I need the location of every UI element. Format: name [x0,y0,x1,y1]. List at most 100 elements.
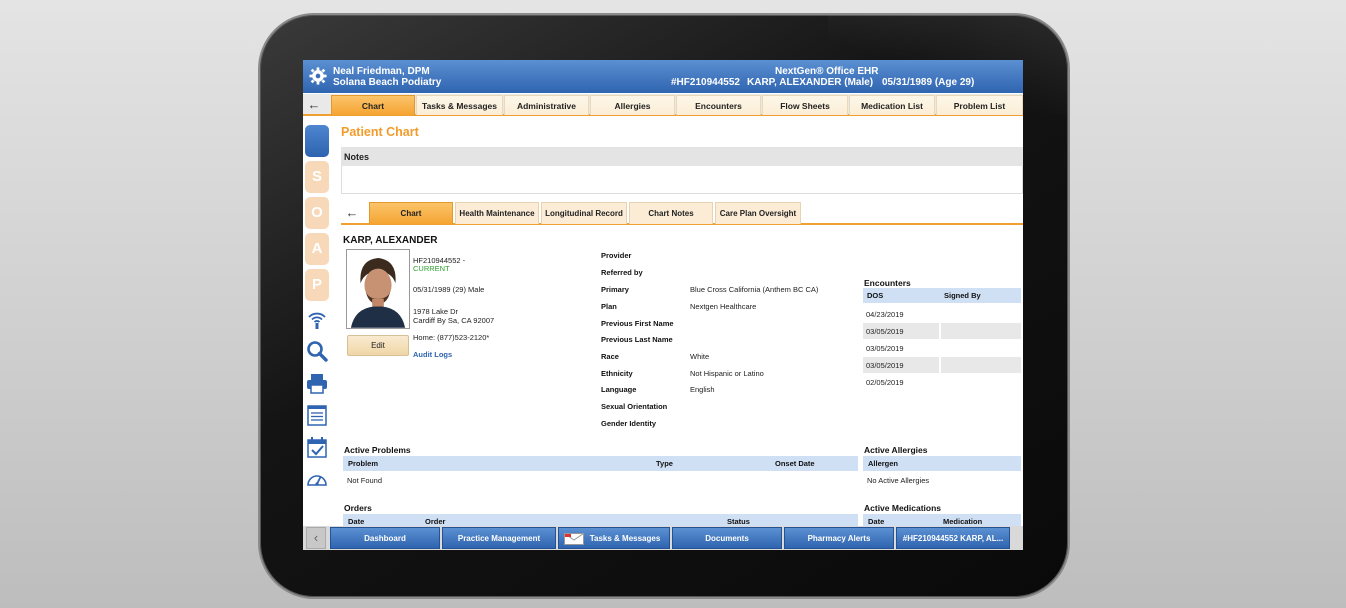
notes-header: Notes [341,147,1023,166]
col-med-date: Date [868,517,885,526]
dashboard-button[interactable]: Dashboard [330,527,440,549]
pharmacy-alerts-button[interactable]: Pharmacy Alerts [784,527,894,549]
value-language: English [690,385,715,394]
active-allergies-title: Active Allergies [864,445,928,455]
subtab-chart[interactable]: Chart [369,202,453,224]
gauge-icon[interactable] [306,468,328,490]
header-patient-name: KARP, ALEXANDER (Male) [747,77,874,88]
encounter-date: 03/05/2019 [863,357,939,373]
tab-problem-list[interactable]: Problem List [936,95,1023,115]
sub-back-arrow-icon[interactable]: ← [341,203,363,223]
encounters-header: DOS Signed By [863,288,1021,303]
label-sexual-orientation: Sexual Orientation [601,402,668,411]
documents-button[interactable]: Documents [672,527,782,549]
col-date: Date [348,517,365,526]
mail-icon [564,533,584,545]
problems-empty: Not Found [347,476,383,485]
problems-header: Problem Type Onset Date [343,456,858,471]
patient-dob: 05/31/1989 (29) Male [413,285,485,294]
app-header: Neal Friedman, DPM Solana Beach Podiatry… [303,60,1023,93]
wireless-icon[interactable] [306,308,328,330]
tab-administrative[interactable]: Administrative [504,95,589,115]
subtab-health-maintenance[interactable]: Health Maintenance [455,202,539,224]
sidebar-soap-a[interactable]: A [305,233,329,265]
tab-medication-list[interactable]: Medication List [849,95,935,115]
table-row[interactable]: 02/05/2019 [863,374,1021,390]
tab-tasks-messages[interactable]: Tasks & Messages [416,95,503,115]
page-title: Patient Chart [341,125,419,139]
allergies-header: Allergen [863,456,1021,471]
provider-name: Neal Friedman, DPM [333,66,430,77]
edit-button[interactable]: Edit [347,335,409,356]
col-signed-by: Signed By [944,291,981,300]
label-previous-first-name: Previous First Name [601,319,674,328]
gear-icon[interactable] [309,67,327,85]
col-dos: DOS [867,291,884,300]
value-race: White [690,352,710,361]
patient-address-1: 1978 Lake Dr [413,307,459,316]
encounters-title: Encounters [864,278,911,288]
chevron-left-icon[interactable]: ‹ [306,527,326,549]
table-row[interactable]: 04/23/2019 [863,306,1021,322]
label-plan: Plan [601,302,617,311]
app-name: NextGen® Office EHR [775,66,879,77]
label-ethnicity: Ethnicity [601,369,633,378]
table-row[interactable]: 03/05/2019 [863,323,1021,339]
header-dob: 05/31/1989 (Age 29) [882,77,975,88]
subtab-chart-notes[interactable]: Chart Notes [629,202,713,224]
search-icon[interactable] [306,340,328,362]
left-sidebar: S O A P [303,118,331,526]
active-medications-title: Active Medications [864,503,941,513]
tab-chart[interactable]: Chart [331,95,415,115]
value-plan: Nextgen Healthcare [690,302,757,311]
patient-address-2: Cardiff By Sa, CA 92007 [413,316,495,325]
label-race: Race [601,352,619,361]
ehr-screen: Neal Friedman, DPM Solana Beach Podiatry… [303,60,1023,550]
encounter-date: 03/05/2019 [866,344,904,353]
allergies-empty: No Active Allergies [867,476,930,485]
calendar-check-icon[interactable] [306,436,328,458]
printer-icon[interactable] [306,372,328,394]
active-problems-title: Active Problems [344,445,411,455]
value-ethnicity: Not Hispanic or Latino [690,369,764,378]
value-primary: Blue Cross California (Anthem BC CA) [690,285,819,294]
tab-allergies[interactable]: Allergies [590,95,675,115]
table-row[interactable]: 03/05/2019 [863,357,1021,373]
tab-flow-sheets[interactable]: Flow Sheets [762,95,848,115]
sidebar-soap-p[interactable]: P [305,269,329,301]
encounter-date: 03/05/2019 [863,323,939,339]
sidebar-chart-tab[interactable] [305,125,329,157]
col-order: Order [425,517,446,526]
bottom-nav-bar: ‹ Dashboard Practice Management Tasks & … [303,526,1023,550]
label-gender-identity: Gender Identity [601,419,657,428]
col-status: Status [727,517,750,526]
col-problem: Problem [348,459,379,468]
notes-area[interactable] [341,166,1023,194]
document-icon[interactable] [306,404,328,426]
encounter-date: 04/23/2019 [866,310,904,319]
label-previous-last-name: Previous Last Name [601,335,673,344]
col-type: Type [656,459,673,468]
audit-logs-link[interactable]: Audit Logs [413,350,452,359]
sidebar-soap-s[interactable]: S [305,161,329,193]
back-arrow-icon[interactable]: ← [303,95,325,115]
encounter-date: 02/05/2019 [866,378,904,387]
chart-sub-tab-bar: ← Chart Health Maintenance Longitudinal … [341,202,1023,225]
patient-status: CURRENT [413,264,450,273]
tasks-messages-button[interactable]: Tasks & Messages [558,527,670,549]
patient-context-button[interactable]: #HF210944552 KARP, AL... [896,527,1010,549]
tab-encounters[interactable]: Encounters [676,95,761,115]
subtab-care-plan-oversight[interactable]: Care Plan Oversight [715,202,801,224]
subtab-longitudinal-record[interactable]: Longitudinal Record [541,202,627,224]
provider-info: Neal Friedman, DPM Solana Beach Podiatry [333,66,441,88]
sidebar-soap-o[interactable]: O [305,197,329,229]
patient-phone: Home: (877)523-2120* [413,333,490,342]
tasks-messages-label: Tasks & Messages [589,534,661,543]
patient-photo [346,249,410,329]
main-tab-bar: ← Chart Tasks & Messages Administrative … [303,94,1023,116]
col-allergen: Allergen [868,459,899,468]
practice-name: Solana Beach Podiatry [333,77,442,88]
practice-management-button[interactable]: Practice Management [442,527,556,549]
label-provider: Provider [601,251,632,260]
table-row[interactable]: 03/05/2019 [863,340,1021,356]
